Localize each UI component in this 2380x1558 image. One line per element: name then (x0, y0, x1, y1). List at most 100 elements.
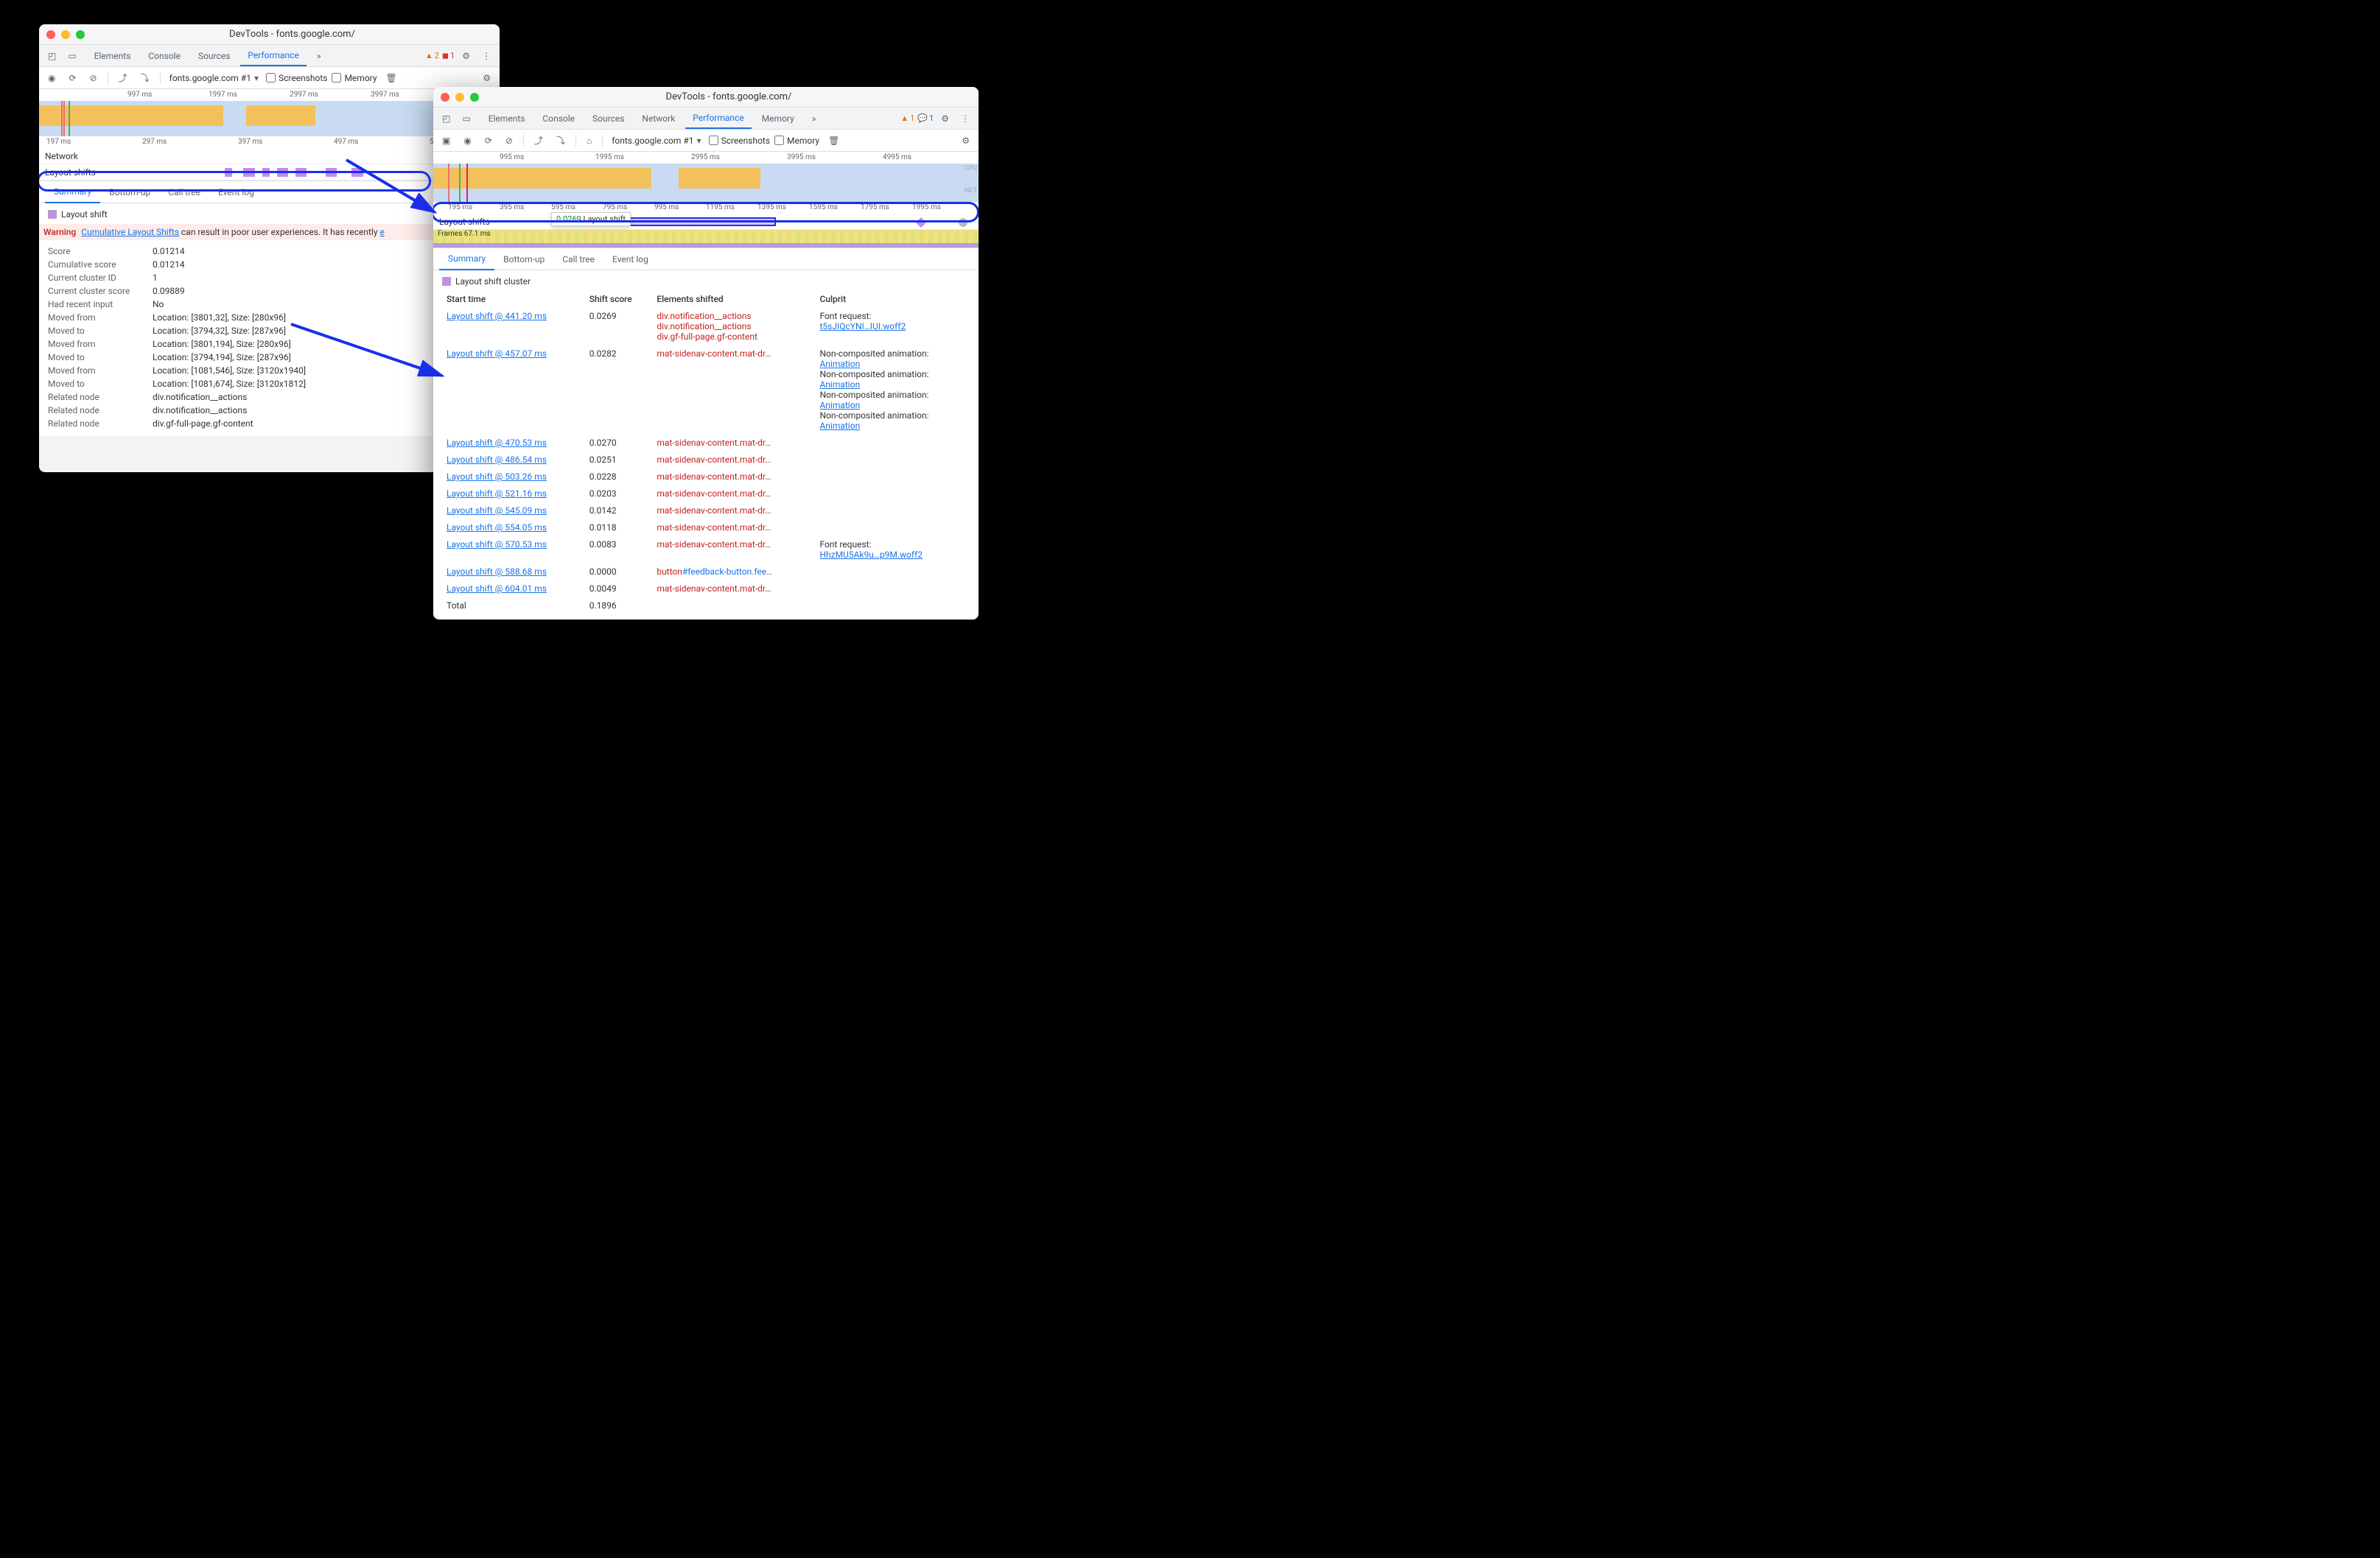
layout-shift-link[interactable]: Layout shift @ 503.26 ms (447, 471, 547, 482)
memory-checkbox[interactable]: Memory (332, 73, 377, 83)
info-badge[interactable]: 💬 1 (917, 113, 934, 123)
errors-badge[interactable]: ◼ 1 (442, 51, 455, 60)
tab-elements[interactable]: Elements (87, 46, 139, 66)
reload-record-icon[interactable]: ⟳ (64, 70, 80, 86)
kebab-icon[interactable]: ⋮ (956, 110, 974, 127)
related-node-link[interactable]: div.notification__actions (153, 405, 247, 415)
layout-shift-link[interactable]: Layout shift @ 457.07 ms (447, 348, 547, 359)
min-dot[interactable] (61, 30, 70, 39)
warnings-badge[interactable]: ▲ 1 (900, 113, 914, 123)
element-link[interactable]: mat-sidenav-content.mat-dr… (657, 471, 771, 482)
element-link[interactable]: mat-sidenav-content.mat-dr… (657, 539, 771, 550)
layout-shifts-track[interactable]: Layout shifts (39, 164, 500, 180)
screenshots-checkbox[interactable]: Screenshots (266, 73, 327, 83)
ptab-eventlog[interactable]: Event log (603, 249, 657, 270)
kebab-icon[interactable]: ⋮ (477, 48, 495, 64)
upload-icon[interactable]: ⤴ (530, 131, 547, 150)
layout-shift-link[interactable]: Layout shift @ 441.20 ms (447, 311, 547, 321)
record-icon[interactable]: ◉ (43, 70, 60, 86)
gc-icon[interactable]: 🗑 (382, 70, 402, 86)
tab-more[interactable]: » (309, 46, 329, 66)
overview-timeline[interactable]: 995 ms 1995 ms 2995 ms 3995 ms 4995 ms C… (433, 152, 979, 248)
profile-select[interactable]: fonts.google.com #1▾ (167, 72, 262, 84)
home-icon[interactable]: ⌂ (582, 133, 596, 149)
element-link[interactable]: mat-sidenav-content.mat-dr… (657, 505, 771, 516)
element-link[interactable]: div.notification__actions (657, 321, 751, 331)
culprit-link[interactable]: Animation (819, 400, 860, 410)
settings-icon[interactable]: ⚙ (458, 48, 475, 64)
tab-performance[interactable]: Performance (240, 46, 306, 66)
related-node-link[interactable]: div.gf-full-page.gf-content (153, 418, 253, 429)
related-node-link[interactable]: div.notification__actions (153, 392, 247, 402)
ptab-calltree[interactable]: Call tree (159, 182, 209, 203)
layout-shift-link[interactable]: Layout shift @ 570.53 ms (447, 539, 547, 550)
ptab-eventlog[interactable]: Event log (209, 182, 263, 203)
tab-performance[interactable]: Performance (685, 108, 751, 129)
tab-elements[interactable]: Elements (481, 109, 533, 128)
inspect-icon[interactable]: ◰ (43, 48, 60, 64)
inspect-icon[interactable]: ◰ (438, 110, 455, 127)
gc-icon[interactable]: 🗑 (824, 133, 844, 149)
device-icon[interactable]: ▭ (458, 110, 475, 127)
profile-select[interactable]: fonts.google.com #1▾ (609, 135, 704, 147)
element-link[interactable]: mat-sidenav-content.mat-dr… (657, 438, 771, 448)
culprit-link[interactable]: HhzMU5Ak9u…p9M.woff2 (819, 550, 923, 560)
tab-sources[interactable]: Sources (191, 46, 237, 66)
tab-console[interactable]: Console (141, 46, 188, 66)
close-dot[interactable] (46, 30, 55, 39)
clear-icon[interactable]: ⊘ (501, 133, 517, 149)
overview-timeline[interactable]: 997 ms 1997 ms 2997 ms 3997 ms 4997 197 … (39, 89, 500, 181)
element-link[interactable]: button (657, 566, 682, 577)
layout-shift-link[interactable]: Layout shift @ 588.68 ms (447, 566, 547, 577)
culprit-link[interactable]: Animation (819, 379, 860, 390)
record-icon[interactable]: ◉ (459, 133, 475, 149)
ptab-summary[interactable]: Summary (45, 181, 100, 203)
evolved-link[interactable]: e (380, 227, 385, 237)
reload-record-icon[interactable]: ⟳ (480, 133, 497, 149)
culprit-link[interactable]: Animation (819, 421, 860, 431)
element-link[interactable]: mat-sidenav-content.mat-dr… (657, 455, 771, 465)
max-dot[interactable] (76, 30, 85, 39)
settings-icon[interactable]: ⚙ (937, 110, 953, 127)
max-dot[interactable] (470, 93, 479, 102)
perf-settings-icon[interactable]: ⚙ (957, 133, 974, 149)
layout-shifts-track[interactable]: Layout shifts 0.0269 Layout shift (433, 214, 979, 230)
download-icon[interactable]: ⤵ (136, 69, 154, 87)
memory-checkbox[interactable]: Memory (774, 136, 819, 146)
tab-more[interactable]: » (805, 109, 824, 128)
ptab-summary[interactable]: Summary (439, 248, 494, 270)
layout-shift-link[interactable]: Layout shift @ 554.05 ms (447, 522, 547, 533)
tab-sources[interactable]: Sources (585, 109, 631, 128)
layout-shift-link[interactable]: Layout shift @ 545.09 ms (447, 505, 547, 516)
element-link[interactable]: div.gf-full-page.gf-content (657, 331, 757, 342)
upload-icon[interactable]: ⤴ (114, 69, 132, 87)
download-icon[interactable]: ⤵ (552, 131, 570, 150)
layout-shift-link[interactable]: Layout shift @ 470.53 ms (447, 438, 547, 448)
live-metrics-icon[interactable]: ▣ (438, 133, 455, 149)
ptab-bottomup[interactable]: Bottom-up (494, 249, 553, 270)
element-link[interactable]: mat-sidenav-content.mat-dr… (657, 522, 771, 533)
tab-memory[interactable]: Memory (755, 109, 802, 128)
device-icon[interactable]: ▭ (63, 48, 80, 64)
screenshots-checkbox[interactable]: Screenshots (709, 136, 770, 146)
tab-console[interactable]: Console (535, 109, 582, 128)
element-link[interactable]: div.notification__actions (657, 311, 751, 321)
ptab-calltree[interactable]: Call tree (553, 249, 603, 270)
cls-link[interactable]: Cumulative Layout Shifts (81, 227, 179, 237)
min-dot[interactable] (455, 93, 464, 102)
network-track[interactable]: Network (39, 148, 500, 164)
clear-icon[interactable]: ⊘ (85, 70, 102, 86)
ptab-bottomup[interactable]: Bottom-up (100, 182, 159, 203)
element-link[interactable]: mat-sidenav-content.mat-dr… (657, 348, 771, 359)
cpu-overview[interactable] (39, 101, 500, 136)
perf-settings-icon[interactable]: ⚙ (478, 70, 495, 86)
element-link[interactable]: mat-sidenav-content.mat-dr… (657, 488, 771, 499)
element-link[interactable]: mat-sidenav-content.mat-dr… (657, 583, 771, 594)
culprit-link[interactable]: t5sJIQcYNI…IUI.woff2 (819, 321, 906, 331)
frames-track[interactable]: Frames 67.1 ms (433, 230, 979, 243)
warnings-badge[interactable]: ▲ 2 (425, 51, 439, 60)
tab-network[interactable]: Network (634, 109, 682, 128)
culprit-link[interactable]: Animation (819, 359, 860, 369)
layout-shift-link[interactable]: Layout shift @ 604.01 ms (447, 583, 547, 594)
layout-shift-link[interactable]: Layout shift @ 521.16 ms (447, 488, 547, 499)
